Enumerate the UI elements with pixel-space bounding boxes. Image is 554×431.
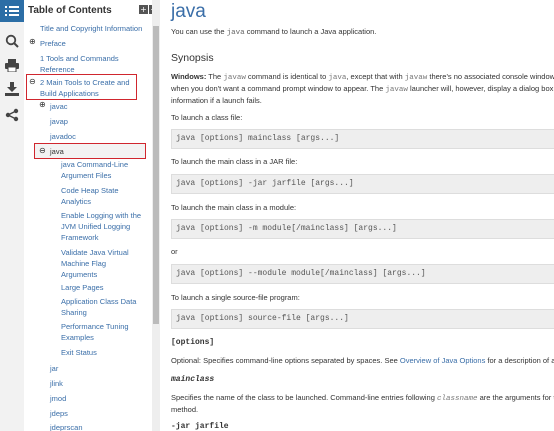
launch-jar-label: To launch the main class in a JAR file: <box>171 157 298 166</box>
download-icon[interactable] <box>0 78 24 100</box>
options-term: [options] <box>171 338 215 347</box>
code-block-class: java [options] mainclass [args...] <box>171 129 554 149</box>
scrollbar-thumb[interactable] <box>153 26 159 324</box>
toc-item-logging[interactable]: Enable Logging with the JVM Unified Logg… <box>61 210 147 243</box>
toc-icon[interactable] <box>0 0 24 22</box>
search-icon[interactable] <box>0 30 24 52</box>
toc-item-main-tools[interactable]: 2 Main Tools to Create and Build Applica… <box>40 77 136 99</box>
collapse-icon[interactable]: ⊖ <box>29 77 36 86</box>
icon-toolbar <box>0 0 25 431</box>
toc-item-class-data-sharing[interactable]: Application Class Data Sharing <box>61 296 145 318</box>
expand-icon[interactable]: ⊕ <box>29 37 36 46</box>
main-content: java You can use the java command to lau… <box>161 0 554 431</box>
toc-item-exit-status[interactable]: Exit Status <box>61 347 97 358</box>
code-block-source: java [options] source-file [args...] <box>171 309 554 329</box>
mainclass-description-line1: Specifies the name of the class to be la… <box>171 393 554 403</box>
windows-note-line3: information if a launch fails. <box>171 96 262 105</box>
toc-item-jar[interactable]: jar <box>50 363 58 374</box>
code-block-module2: java [options] --module module[/mainclas… <box>171 264 554 284</box>
launch-module-label: To launch the main class in a module: <box>171 203 297 212</box>
toc-item-tools-reference[interactable]: 1 Tools and Commands Reference <box>40 53 140 75</box>
toc-item-argument-files[interactable]: java Command-Line Argument Files <box>61 159 141 181</box>
toc-item-code-heap[interactable]: Code Heap State Analytics <box>61 185 139 207</box>
java-options-link[interactable]: Overview of Java Options <box>400 356 485 365</box>
toc-item-preface[interactable]: Preface <box>40 38 66 49</box>
toc-title: Table of Contents <box>28 5 112 16</box>
print-icon[interactable] <box>0 54 24 76</box>
toc-item-jlink[interactable]: jlink <box>50 378 63 389</box>
share-icon[interactable] <box>0 104 24 126</box>
toc-item-javap[interactable]: javap <box>50 116 68 127</box>
toc-scrollbar[interactable] <box>152 0 160 431</box>
toc-item-large-pages[interactable]: Large Pages <box>61 282 104 293</box>
mainclass-description-line2: method. <box>171 405 199 414</box>
or-label: or <box>171 247 178 256</box>
toc-item-javadoc[interactable]: javadoc <box>50 131 76 142</box>
jar-term: -jar jarfile <box>171 422 229 431</box>
expand-all-button[interactable]: + <box>139 5 148 14</box>
toc-item-jdeps[interactable]: jdeps <box>50 408 68 419</box>
toc-item-validate-flags[interactable]: Validate Java Virtual Machine Flag Argum… <box>61 247 139 280</box>
code-block-jar: java [options] -jar jarfile [args...] <box>171 174 554 194</box>
toc-item-java[interactable]: java <box>50 146 64 157</box>
toc-item-title-copyright[interactable]: Title and Copyright Information <box>40 23 148 34</box>
options-description: Optional: Specifies command-line options… <box>171 356 554 365</box>
expand-icon[interactable]: ⊕ <box>39 100 46 109</box>
table-of-contents: Table of Contents + − Title and Copyrigh… <box>24 0 152 431</box>
code-block-module: java [options] -m module[/mainclass] [ar… <box>171 219 554 239</box>
page-title: java <box>171 1 206 22</box>
synopsis-heading: Synopsis <box>171 52 214 64</box>
collapse-icon[interactable]: ⊖ <box>39 146 46 155</box>
toc-item-javac[interactable]: javac <box>50 101 68 112</box>
intro-text: You can use the java command to launch a… <box>171 27 377 37</box>
launch-source-label: To launch a single source-file program: <box>171 293 300 302</box>
toc-item-jdeprscan[interactable]: jdeprscan <box>50 422 83 431</box>
launch-class-label: To launch a class file: <box>171 113 243 122</box>
toc-item-jmod[interactable]: jmod <box>50 393 66 404</box>
toc-controls: + − <box>139 5 152 14</box>
mainclass-term: mainclass <box>171 375 215 384</box>
toc-item-performance-tuning[interactable]: Performance Tuning Examples <box>61 321 141 343</box>
